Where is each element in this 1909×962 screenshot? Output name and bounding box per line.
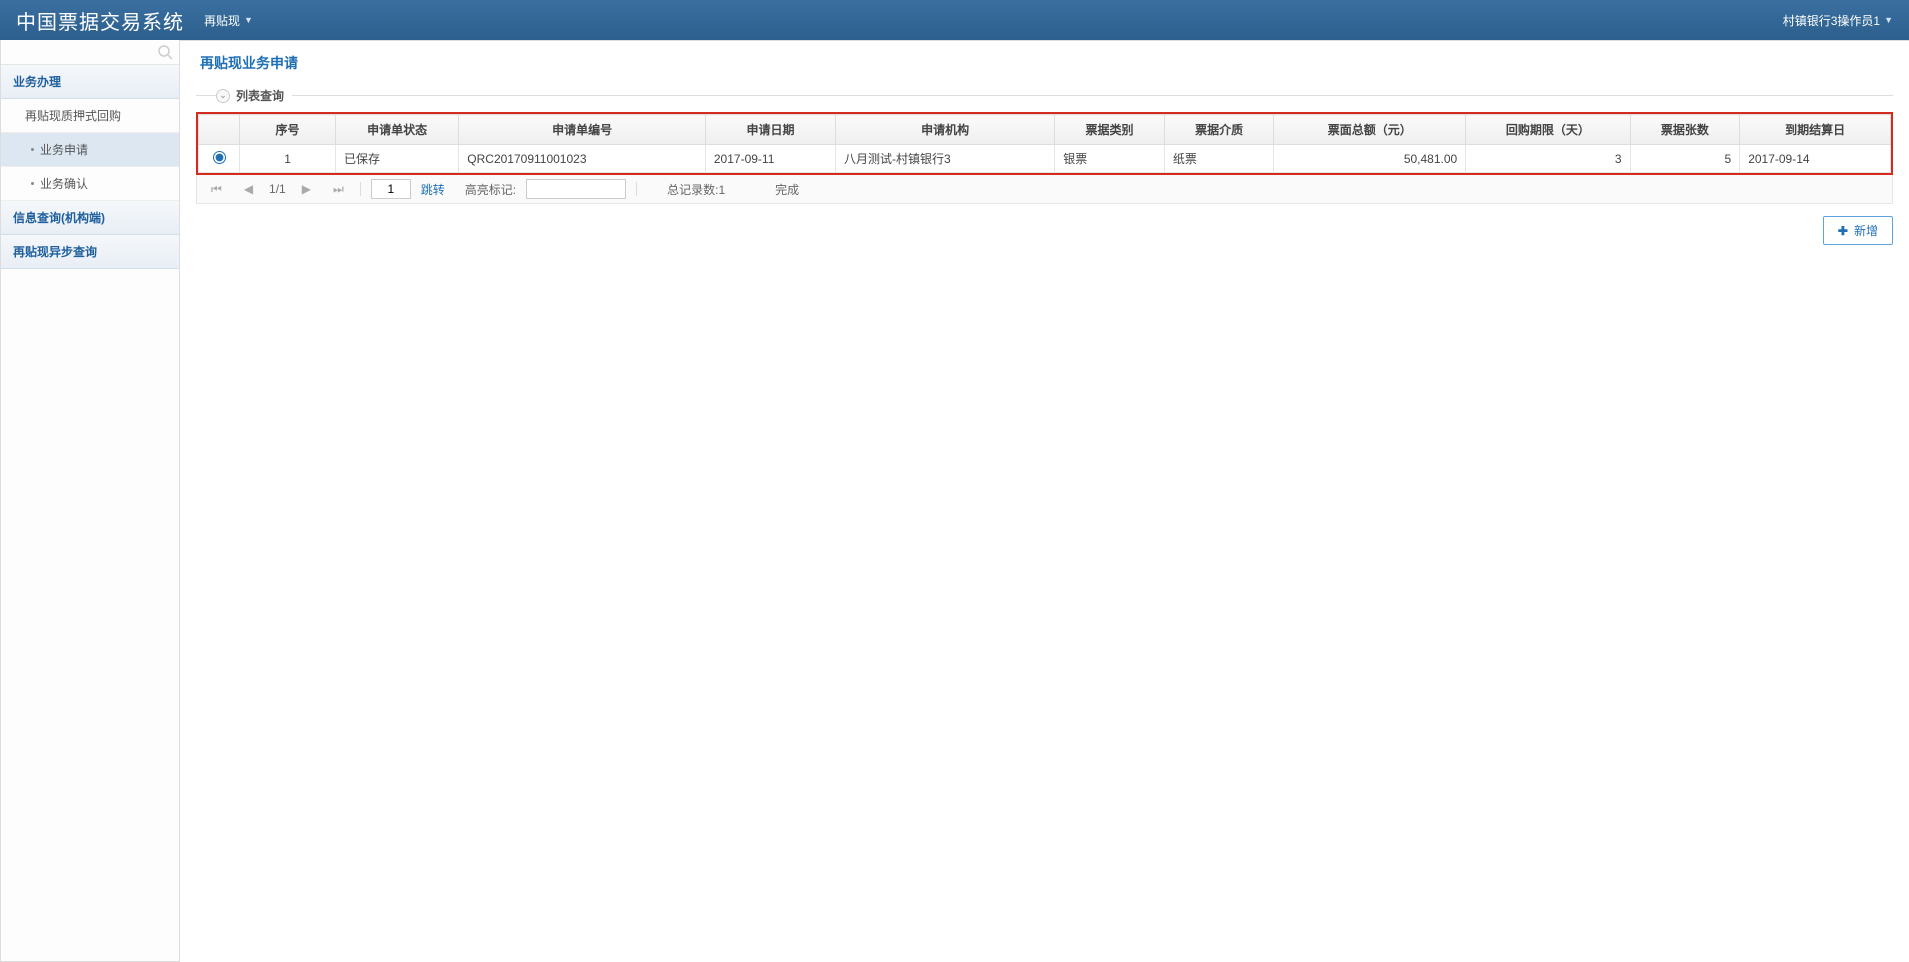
- table-row[interactable]: 1 已保存 QRC20170911001023 2017-09-11 八月测试-…: [199, 145, 1891, 173]
- pager-prev[interactable]: ◀: [238, 180, 259, 198]
- sidebar-subitem-confirm[interactable]: 业务确认: [1, 167, 179, 201]
- pager-divider: [360, 182, 361, 196]
- pager-first[interactable]: ⏮: [205, 180, 228, 199]
- collapse-icon[interactable]: ⌄: [216, 89, 230, 103]
- row-radio[interactable]: [213, 151, 226, 164]
- add-button[interactable]: ✚ 新增: [1823, 216, 1893, 245]
- sidebar-item-repo[interactable]: 再贴现质押式回购: [1, 99, 179, 133]
- nav-dropdown[interactable]: 再贴现 ▼: [204, 12, 253, 29]
- bullet-icon: [31, 148, 34, 151]
- cell-billtype: 银票: [1055, 145, 1165, 173]
- action-bar: ✚ 新增: [196, 216, 1893, 245]
- sidebar-subitem-apply[interactable]: 业务申请: [1, 133, 179, 167]
- body-wrap: 业务办理 再贴现质押式回购 业务申请 业务确认 信息查询(机构端) 再贴现异步查…: [0, 40, 1909, 962]
- sidebar-section-business[interactable]: 业务办理: [1, 65, 179, 99]
- add-label: 新增: [1854, 222, 1878, 239]
- data-table: 序号 申请单状态 申请单编号 申请日期 申请机构 票据类别 票据介质 票面总额（…: [198, 114, 1891, 173]
- pager: ⏮ ◀ 1/1 ▶ ⏭ 跳转 高亮标记: 总记录数:1 完成: [196, 175, 1893, 204]
- col-billtype: 票据类别: [1055, 115, 1165, 145]
- panel-title: 列表查询: [236, 87, 284, 104]
- col-amount: 票面总额（元）: [1274, 115, 1466, 145]
- col-count: 票据张数: [1630, 115, 1740, 145]
- pager-next[interactable]: ▶: [296, 180, 317, 198]
- cell-amount: 50,481.00: [1274, 145, 1466, 173]
- sidebar-section-info-query[interactable]: 信息查询(机构端): [1, 201, 179, 235]
- user-dropdown[interactable]: 村镇银行3操作员1 ▼: [1783, 12, 1893, 29]
- cell-medium: 纸票: [1164, 145, 1274, 173]
- cell-date: 2017-09-11: [705, 145, 835, 173]
- main-content: 再贴现业务申请 ⌄ 列表查询 序号 申请单状态 申请单: [180, 40, 1909, 962]
- search-icon: [157, 44, 173, 60]
- cell-status: 已保存: [335, 145, 458, 173]
- app-header: 中国票据交易系统 再贴现 ▼ 村镇银行3操作员1 ▼: [0, 0, 1909, 40]
- list-panel: ⌄ 列表查询 序号 申请单状态 申请单编号 申请日期 申请机构: [196, 87, 1893, 245]
- chevron-down-icon: ▼: [244, 15, 253, 25]
- nav-label: 再贴现: [204, 12, 240, 29]
- plus-icon: ✚: [1838, 224, 1848, 238]
- table-header-row: 序号 申请单状态 申请单编号 申请日期 申请机构 票据类别 票据介质 票面总额（…: [199, 115, 1891, 145]
- cell-settle: 2017-09-14: [1740, 145, 1891, 173]
- col-date: 申请日期: [705, 115, 835, 145]
- page-title: 再贴现业务申请: [196, 53, 1893, 73]
- bullet-icon: [31, 182, 34, 185]
- chevron-down-icon: ▼: [1884, 15, 1893, 25]
- col-seq: 序号: [240, 115, 336, 145]
- pager-jump-label[interactable]: 跳转: [421, 181, 445, 198]
- col-term: 回购期限（天）: [1466, 115, 1630, 145]
- sidebar: 业务办理 再贴现质押式回购 业务申请 业务确认 信息查询(机构端) 再贴现异步查…: [0, 40, 180, 962]
- col-org: 申请机构: [836, 115, 1055, 145]
- cell-seq: 1: [240, 145, 336, 173]
- sidebar-section-async-query[interactable]: 再贴现异步查询: [1, 235, 179, 269]
- cell-term: 3: [1466, 145, 1630, 173]
- pager-highlight-label: 高亮标记:: [465, 181, 516, 198]
- pager-highlight-input[interactable]: [526, 179, 626, 199]
- pager-divider: [636, 182, 637, 196]
- table-container: 序号 申请单状态 申请单编号 申请日期 申请机构 票据类别 票据介质 票面总额（…: [196, 112, 1893, 175]
- app-title: 中国票据交易系统: [16, 6, 184, 35]
- user-label: 村镇银行3操作员1: [1783, 12, 1880, 29]
- col-appno: 申请单编号: [459, 115, 706, 145]
- cell-count: 5: [1630, 145, 1740, 173]
- sidebar-search[interactable]: [1, 40, 179, 65]
- col-radio: [199, 115, 240, 145]
- panel-header: ⌄ 列表查询: [196, 87, 1893, 104]
- cell-appno: QRC20170911001023: [459, 145, 706, 173]
- pager-last[interactable]: ⏭: [327, 180, 350, 199]
- col-medium: 票据介质: [1164, 115, 1274, 145]
- pager-status: 完成: [775, 181, 799, 198]
- pager-info: 1/1: [269, 182, 286, 196]
- cell-org: 八月测试-村镇银行3: [836, 145, 1055, 173]
- col-settle: 到期结算日: [1740, 115, 1891, 145]
- pager-total: 总记录数:1: [667, 181, 725, 198]
- header-left: 中国票据交易系统 再贴现 ▼: [16, 6, 253, 35]
- cell-radio: [199, 145, 240, 173]
- pager-page-input[interactable]: [371, 179, 411, 199]
- col-status: 申请单状态: [335, 115, 458, 145]
